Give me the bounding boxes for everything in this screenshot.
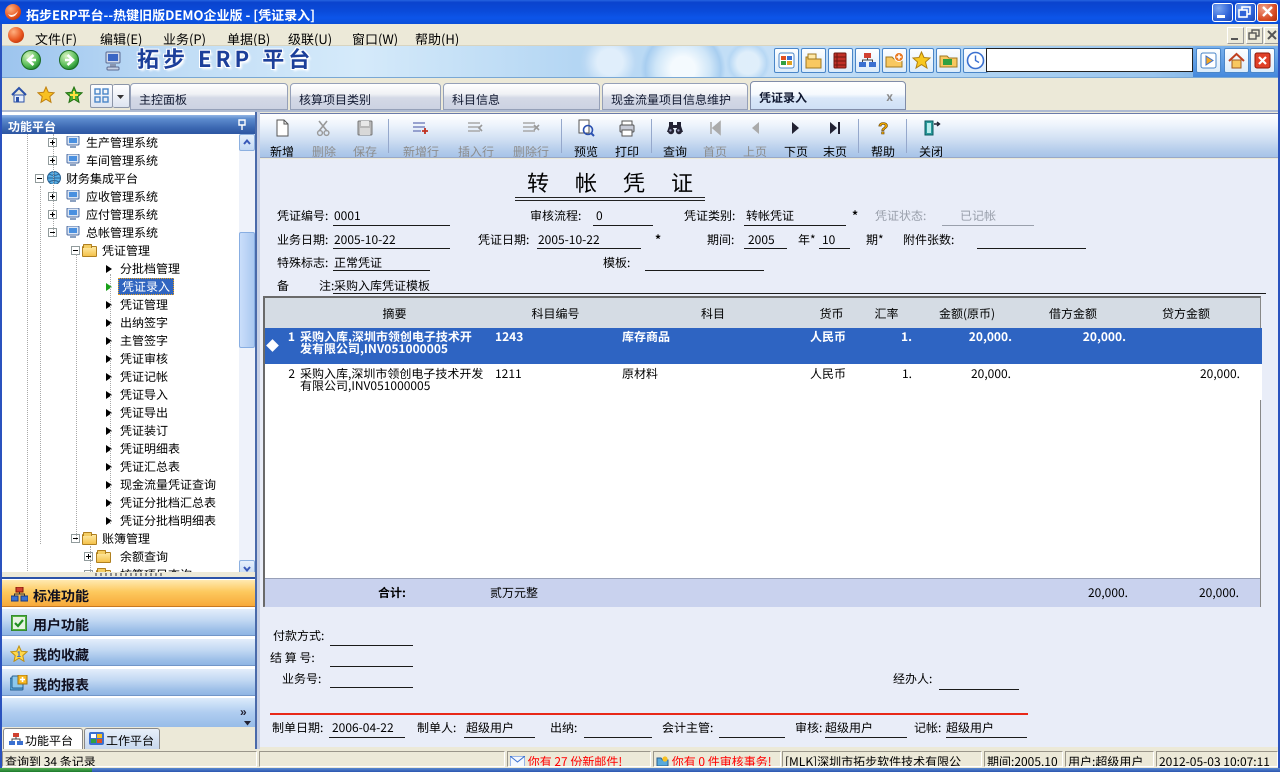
svg-text:1: 1 — [17, 649, 22, 660]
svg-text:?: ? — [878, 119, 888, 137]
